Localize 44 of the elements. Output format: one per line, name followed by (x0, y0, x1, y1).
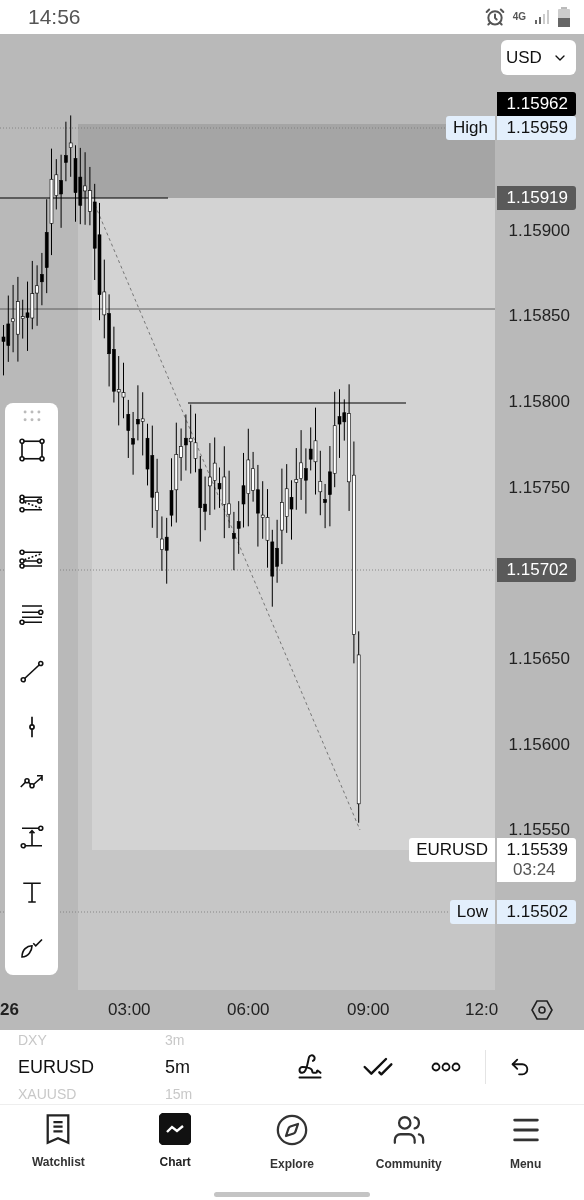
price-tag: 1.15539 03:24 (497, 838, 576, 882)
currency-select[interactable]: USD (501, 40, 576, 75)
drag-handle-icon[interactable] (21, 409, 42, 423)
nav-tab[interactable]: Menu (467, 1113, 584, 1171)
nav-tab[interactable]: Community (350, 1113, 468, 1171)
settings-button[interactable] (530, 998, 554, 1022)
price-tag-label: Low (449, 900, 495, 924)
price-axis-label: 1.15800 (508, 392, 570, 412)
interval-option[interactable]: 5m (165, 1056, 190, 1078)
undo-icon (509, 1056, 531, 1078)
chart-line-icon (159, 1113, 192, 1145)
network-type: 4G (512, 12, 526, 22)
battery-icon (558, 7, 570, 27)
nav-tab[interactable]: Chart (116, 1113, 234, 1171)
price-tag: 1.15962 (497, 92, 576, 116)
time-axis-label: 03:00 (108, 1000, 151, 1020)
compass-icon (275, 1113, 309, 1147)
time-axis-label: 09:00 (347, 1000, 390, 1020)
vertical-line-icon (26, 715, 37, 738)
nav-tab[interactable]: Watchlist (0, 1113, 117, 1171)
price-tag: 1.15919 (497, 186, 576, 210)
status-time: 14:56 (28, 5, 81, 29)
price-tag: 1.15959 (497, 116, 576, 140)
price-axis-label: 1.15550 (508, 820, 570, 840)
price-axis-label: 1.15850 (508, 306, 570, 326)
people-icon (391, 1113, 426, 1147)
price-tag: 1.15702 (497, 558, 576, 582)
symbol-option[interactable]: EURUSD (18, 1056, 165, 1078)
price-axis-label: 1.15900 (508, 221, 570, 241)
price-tag: 1.15502 (497, 900, 576, 924)
signal-icon (534, 9, 550, 25)
price-axis-label: 1.15600 (508, 735, 570, 755)
price-tag-label: High (446, 116, 495, 140)
time-axis-label: 12:0 (465, 1000, 499, 1020)
price-axis-label: 1.15750 (508, 478, 570, 498)
more-icon (431, 1062, 461, 1072)
alarm-icon (484, 7, 505, 27)
nav-tab[interactable]: Explore (233, 1113, 351, 1171)
price-axis-label: 1.15650 (508, 649, 570, 669)
settings-icon (530, 998, 554, 1022)
time-axis-label: 26 (0, 1000, 19, 1020)
price-tag-label: EURUSD (409, 838, 495, 862)
time-axis-label: 06:00 (227, 1000, 270, 1020)
pen-signature-icon (296, 1053, 324, 1081)
